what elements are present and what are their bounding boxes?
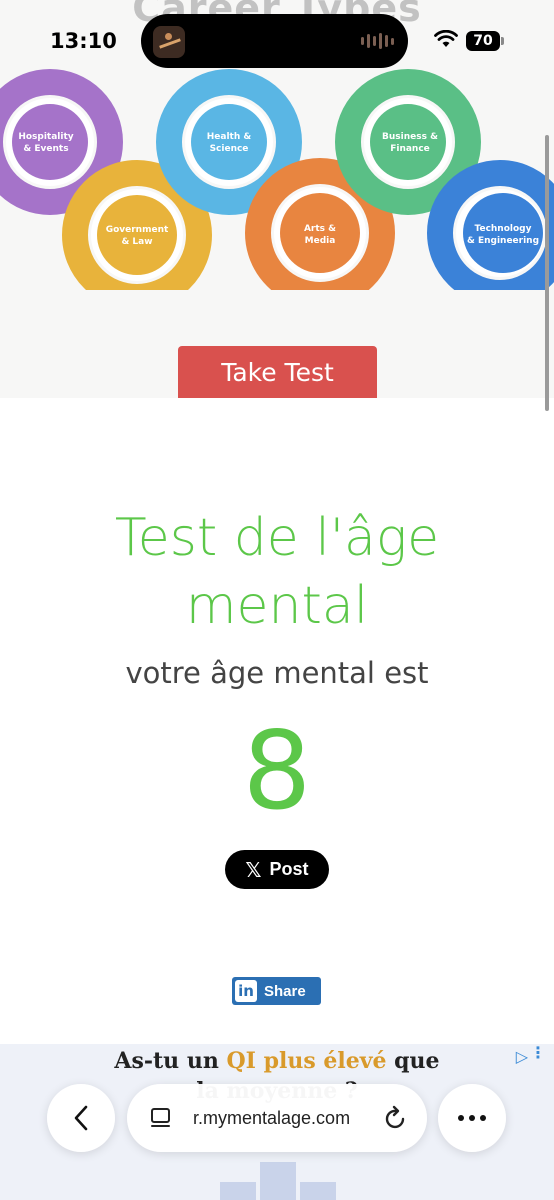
back-button[interactable] — [47, 1084, 115, 1152]
x-post-label: Post — [269, 859, 309, 879]
career-label-health-2: Science — [210, 144, 249, 154]
result-subtitle: votre âge mental est — [125, 656, 429, 690]
reload-icon[interactable] — [383, 1104, 409, 1132]
career-label-business-1: Business & — [382, 132, 438, 142]
tabs-icon — [151, 1108, 170, 1127]
linkedin-share-button[interactable]: in Share — [232, 977, 321, 1005]
career-label-technology-2: & Engineering — [467, 236, 539, 246]
status-time: 13:10 — [50, 29, 117, 53]
career-label-government-1: Government — [106, 225, 169, 235]
career-label-business-2: Finance — [390, 144, 430, 154]
ad-graphic — [220, 1152, 340, 1200]
ad-text-end: que — [386, 1048, 440, 1074]
ad-menu-icon[interactable]: ⋮ — [530, 1046, 546, 1062]
now-playing-thumbnail — [153, 26, 185, 58]
dynamic-island[interactable] — [141, 14, 408, 68]
address-bar[interactable]: r.mymentalage.com — [127, 1084, 427, 1152]
scrollbar[interactable] — [545, 135, 549, 411]
linkedin-share-label: Share — [264, 982, 306, 1000]
back-arrow-icon — [74, 1105, 88, 1131]
more-options-button[interactable] — [438, 1084, 506, 1152]
career-label-arts-2: Media — [305, 236, 336, 246]
career-label-hospitality-2: & Events — [23, 144, 68, 154]
ad-text-highlight: QI plus élevé — [226, 1048, 387, 1074]
battery-icon: 70 — [466, 31, 500, 51]
ad-text-start: As-tu un — [114, 1048, 227, 1074]
career-label-health-1: Health & — [207, 132, 252, 142]
x-logo-icon: 𝕏 — [245, 857, 262, 882]
audio-waveform-icon — [361, 33, 394, 49]
ad-choices-icon[interactable]: ▷ — [516, 1047, 528, 1067]
more-dots-icon — [458, 1115, 486, 1121]
career-label-technology-1: Technology — [475, 224, 532, 234]
x-post-button[interactable]: 𝕏 Post — [225, 850, 329, 889]
wifi-icon — [434, 30, 458, 47]
result-title: Test de l'âge mental — [114, 508, 440, 636]
linkedin-logo-icon: in — [235, 980, 257, 1002]
battery-tip — [501, 37, 504, 45]
career-rings-graphic: Hospitality & Events Government & Law He… — [0, 69, 554, 290]
career-label-government-2: & Law — [121, 237, 152, 247]
url-text: r.mymentalage.com — [193, 1108, 351, 1128]
take-test-button[interactable]: Take Test — [178, 346, 377, 398]
career-label-hospitality-1: Hospitality — [18, 132, 73, 142]
mental-age-value: 8 — [242, 709, 312, 834]
career-label-arts-1: Arts & — [304, 224, 336, 234]
